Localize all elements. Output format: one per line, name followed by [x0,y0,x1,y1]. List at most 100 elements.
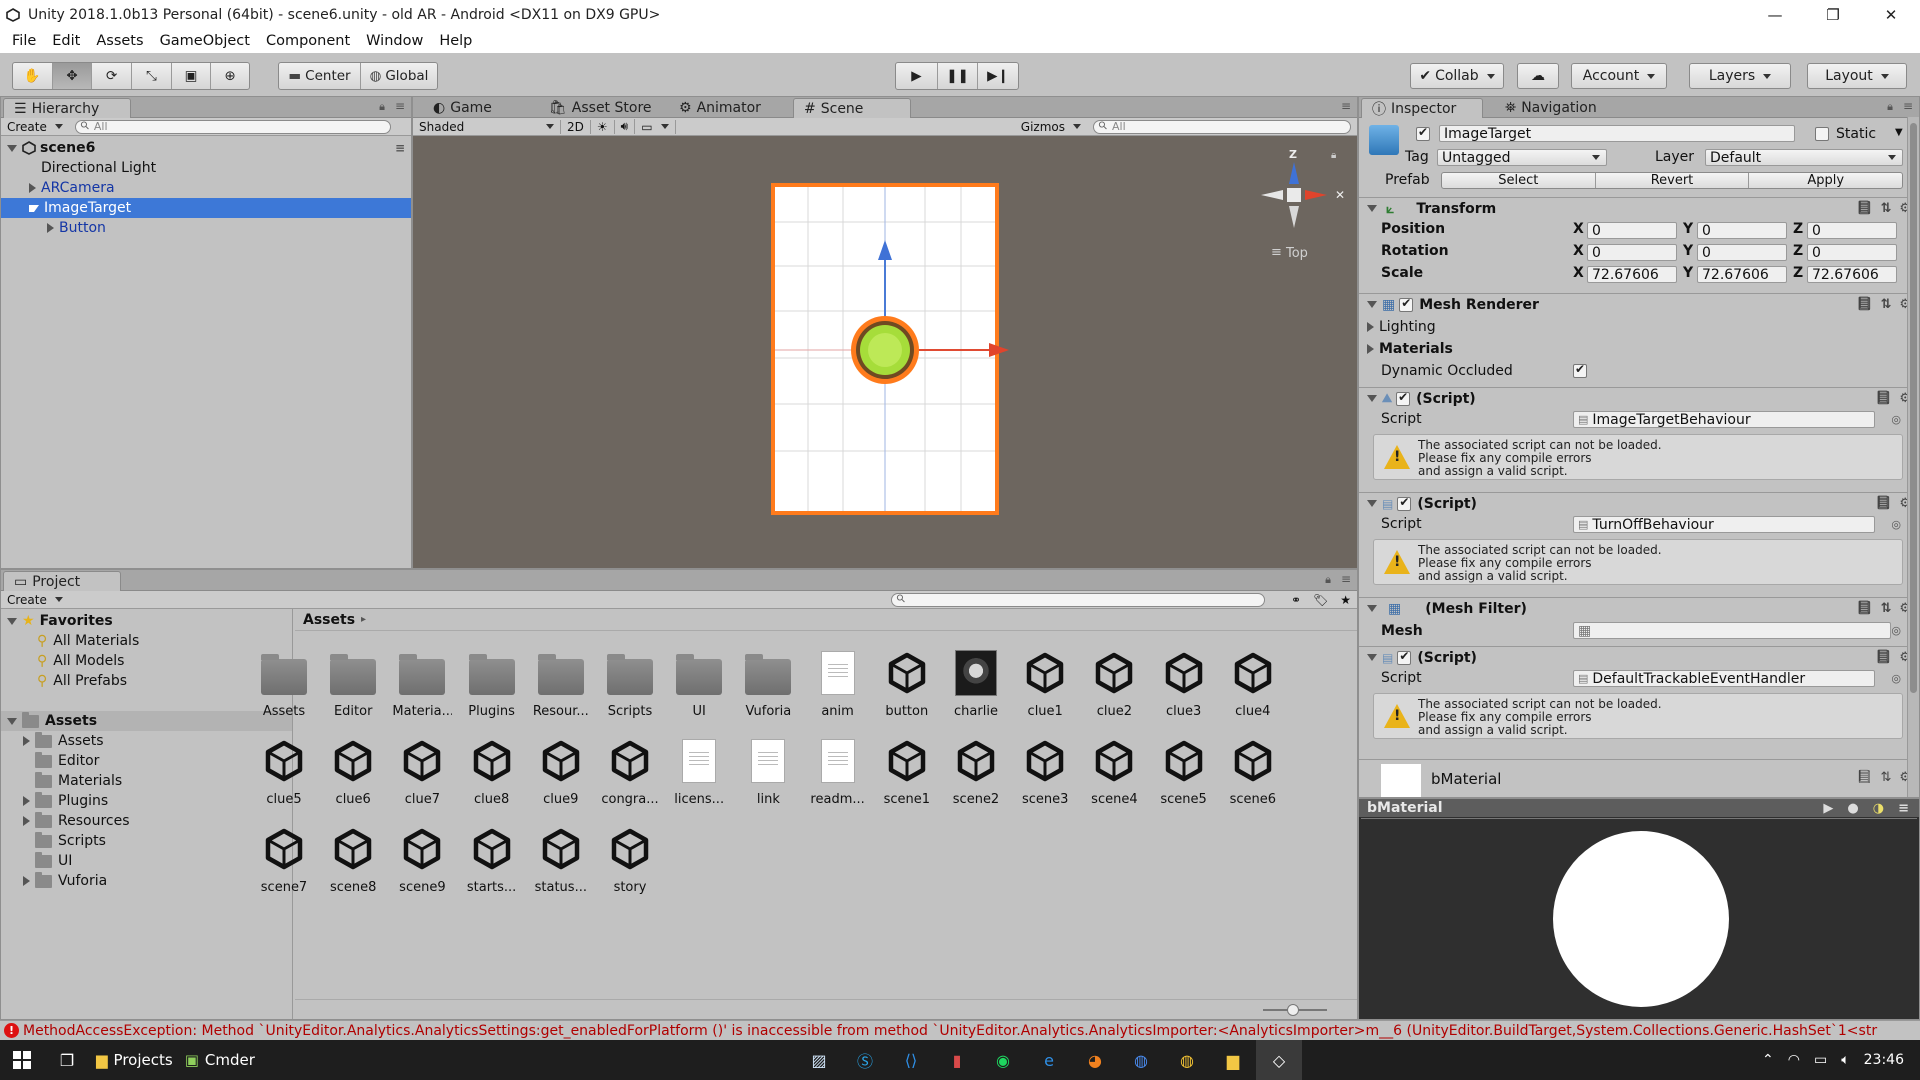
folder-tree-item[interactable]: Materials [1,771,292,791]
expand-arrow-icon[interactable] [23,876,30,886]
hierarchy-item[interactable]: ARCamera [1,178,411,198]
asset-item[interactable]: Scripts [600,648,660,719]
script-reference-field[interactable]: ▤ DefaultTrackableEventHandler [1573,670,1875,687]
chrome-canary-icon[interactable]: ◍ [1118,1040,1164,1080]
tab-asset-store[interactable]: 🛍︎ Asset Store [539,98,666,118]
layout-dropdown[interactable]: Layout [1807,63,1907,89]
inspector-scrollbar[interactable] [1907,117,1919,797]
orientation-gizmo[interactable]: Z ✕ 🔒︎ [1261,148,1345,228]
panel-menu-icon[interactable]: ≡ [1898,801,1909,816]
scene-canvas[interactable]: Z ✕ 🔒︎ ≡ Top [413,136,1357,568]
transform-tool-icon[interactable]: ⊕ [211,63,249,89]
transform-rotation-y-field[interactable]: 0 [1697,244,1787,261]
rect-tool-icon[interactable]: ▣ [172,63,212,89]
asset-item[interactable]: Materia... [392,648,452,719]
folder-tree-item[interactable]: Plugins [1,791,292,811]
inspector-scrollbar-thumb[interactable] [1910,123,1917,693]
close-button[interactable]: ✕ [1862,0,1920,29]
asset-item[interactable]: readm... [808,736,868,807]
asset-item[interactable]: scene3 [1015,736,1075,807]
vscode-icon[interactable]: ⟨⟩ [888,1040,934,1080]
volume-icon[interactable]: 🔈︎ [1841,1052,1849,1068]
hierarchy-search-input[interactable]: All [74,119,391,134]
hierarchy-item[interactable]: Directional Light [1,158,411,178]
spotify-icon[interactable]: ◉ [980,1040,1026,1080]
projection-menu-icon[interactable]: ≡ [1271,245,1282,260]
tab-game[interactable]: ◐ Game [423,98,506,118]
expand-arrow-icon[interactable] [7,617,17,625]
scale-tool-icon[interactable]: ⤡ [132,63,172,89]
windows-start-icon[interactable] [0,1040,44,1080]
breadcrumb-assets[interactable]: Assets [303,612,355,628]
menu-help[interactable]: Help [431,33,480,49]
object-picker-icon[interactable]: ◎ [1891,624,1901,637]
menu-window[interactable]: Window [358,33,431,49]
tab-project[interactable]: ▭ Project [3,571,121,591]
hand-tool-icon[interactable]: ✋ [13,63,53,89]
folder-tree-item[interactable]: Vuforia [1,871,292,891]
script-enabled-checkbox[interactable] [1396,390,1411,406]
expand-arrow-icon[interactable] [1367,322,1374,332]
script-enabled-checkbox[interactable] [1397,495,1412,511]
asset-item[interactable]: story [600,824,660,895]
asset-item[interactable]: scene8 [323,824,383,895]
asset-item[interactable]: clue1 [1015,648,1075,719]
scene-viewport[interactable]: Z ✕ 🔒︎ ≡ Top [413,136,1357,568]
transform-rotation-z-field[interactable]: 0 [1807,244,1897,261]
hierarchy-item[interactable]: Button [1,218,411,238]
panel-menu-icon[interactable]: ≡ [1341,572,1351,586]
material-header[interactable]: bMaterial 📘︎ ⇅ ⚙ [1359,759,1919,797]
help-book-icon[interactable]: 📘︎ [1856,601,1873,616]
favorite-item[interactable]: ⚲ All Materials [1,631,292,651]
play-icon[interactable]: ▶ [896,63,938,89]
tab-navigation[interactable]: ⛯ Navigation [1495,98,1611,118]
preset-icon[interactable]: ⇅ [1880,201,1891,216]
expand-arrow-icon[interactable] [1367,344,1374,354]
asset-item[interactable]: clue9 [531,736,591,807]
asset-item[interactable]: UI [669,648,729,719]
asset-item[interactable]: scene6 [1223,736,1283,807]
lock-icon[interactable]: 🔒︎ [1325,573,1331,587]
preview-sphere-icon[interactable]: ● [1847,801,1858,816]
edge-icon[interactable]: e [1026,1040,1072,1080]
script-component-header[interactable]: ▤ (Script) 📘︎⚙ [1359,492,1919,514]
expand-arrow-icon[interactable] [1367,500,1377,507]
menu-assets[interactable]: Assets [88,33,151,49]
asset-item[interactable]: clue7 [392,736,452,807]
expand-arrow-icon[interactable] [29,204,39,212]
asset-item[interactable]: clue8 [462,736,522,807]
preset-icon[interactable]: ⇅ [1880,601,1891,616]
menu-component[interactable]: Component [258,33,358,49]
help-book-icon[interactable]: 📘︎ [1875,391,1892,406]
object-picker-icon[interactable]: ◎ [1891,672,1901,685]
wifi-icon[interactable]: ◠ [1788,1052,1800,1068]
preset-icon[interactable]: ⇅ [1880,297,1891,312]
battery-icon[interactable]: ▭ [1814,1052,1827,1068]
asset-item[interactable]: clue3 [1154,648,1214,719]
script-reference-field[interactable]: ▤ ImageTargetBehaviour [1573,411,1875,428]
favorite-item[interactable]: ⚲ All Models [1,651,292,671]
lock-icon[interactable]: 🔒︎ [1887,100,1893,114]
console-status-bar[interactable]: ! MethodAccessException: Method `UnityEd… [0,1020,1920,1040]
effects-toggle-icon[interactable]: ▭ [635,119,676,134]
menu-gameobject[interactable]: GameObject [152,33,258,49]
asset-item[interactable]: Plugins [462,648,522,719]
script-component-header[interactable]: ▤ (Script) 📘︎⚙ [1359,646,1919,668]
taskbar-app-projects[interactable]: ▆ Projects [90,1040,179,1080]
scene-search-input[interactable]: All [1093,119,1351,134]
layer-dropdown[interactable]: Default [1705,149,1903,166]
tab-hierarchy[interactable]: ☰ Hierarchy [3,98,131,118]
material-preview-sphere[interactable] [1553,831,1729,1007]
assets-root-row[interactable]: Assets [1,711,292,731]
asset-item[interactable]: scene5 [1154,736,1214,807]
expand-arrow-icon[interactable] [1367,205,1377,212]
firefox-icon[interactable]: ◕ [1072,1040,1118,1080]
menu-edit[interactable]: Edit [44,33,88,49]
gizmo-center-cube[interactable] [1287,188,1301,202]
tray-expand-icon[interactable]: ⌃ [1762,1052,1774,1068]
asset-item[interactable]: licens... [669,736,729,807]
expand-arrow-icon[interactable] [23,736,30,746]
gizmo-lock-icon[interactable]: 🔒︎ [1331,150,1336,161]
help-book-icon[interactable]: 📘︎ [1856,297,1873,312]
asset-item[interactable]: clue6 [323,736,383,807]
